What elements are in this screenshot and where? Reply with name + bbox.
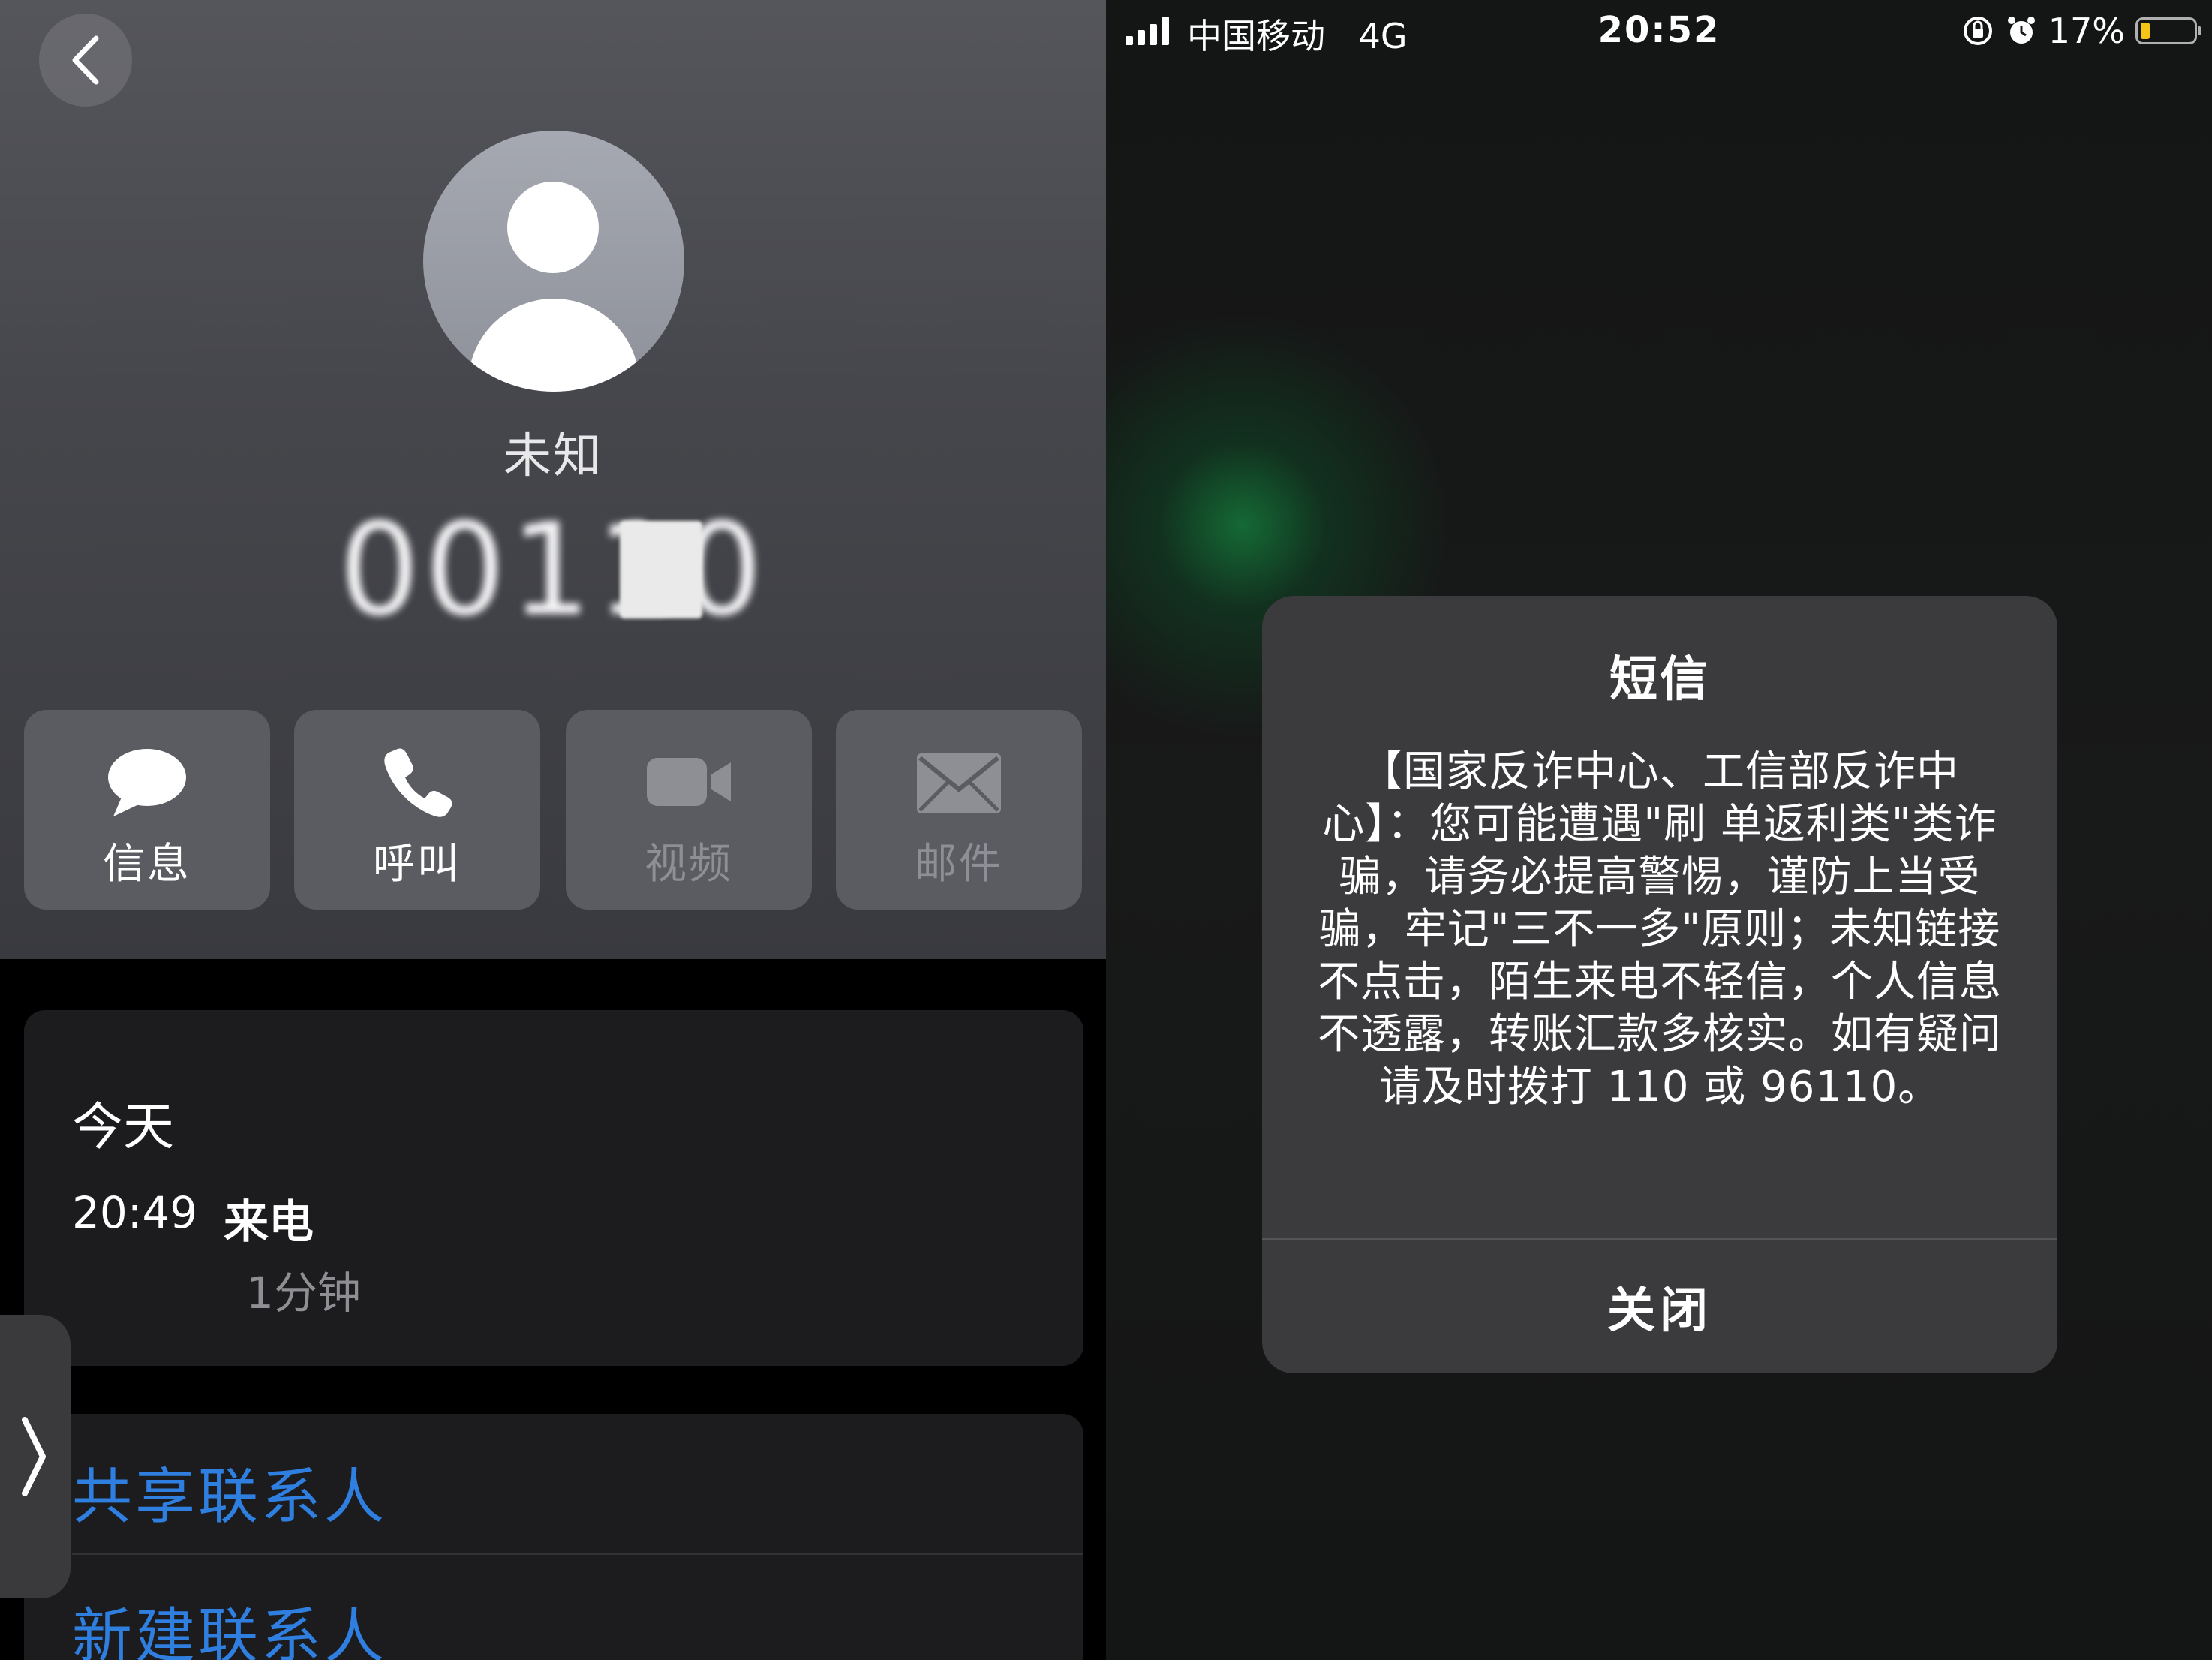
avatar — [423, 131, 684, 392]
battery-percent: 17% — [2048, 11, 2125, 51]
rotation-lock-icon — [1963, 17, 1992, 45]
contact-header: 未知 00110 信息 呼叫 视频 邮件 — [0, 0, 1106, 959]
alert-message: 【国家反诈中心、工信部反诈中心】：您可能遭遇"刷 单返利类"类诈骗，请务必提高警… — [1318, 747, 2002, 1111]
new-contact-link[interactable]: 新建联系人 — [72, 1588, 387, 1660]
battery-icon — [2135, 17, 2201, 44]
mail-envelope-icon — [917, 753, 1001, 813]
number-redaction-mask — [620, 521, 702, 618]
video-button-label: 视频 — [645, 840, 733, 889]
alert-title: 短信 — [1609, 652, 1710, 708]
call-type: 来电 — [224, 1196, 314, 1249]
chevron-right-icon — [22, 1417, 46, 1496]
phone-icon — [384, 748, 452, 817]
battery-level-fill — [2141, 23, 2150, 39]
message-button-label: 信息 — [103, 840, 191, 889]
call-time: 20:49 — [72, 1187, 198, 1238]
call-duration: 1分钟 — [246, 1268, 361, 1319]
sms-alert-dialog: 短信 【国家反诈中心、工信部反诈中心】：您可能遭遇"刷 单返利类"类诈骗，请务必… — [1262, 596, 2057, 1373]
close-button[interactable]: 关闭 — [1262, 1240, 2057, 1373]
mail-button[interactable]: 邮件 — [836, 710, 1082, 910]
chevron-left-icon — [72, 35, 99, 85]
sms-alert-screen: 中国移动 4G 20:52 17% 短信 【国家反诈中心、工信部反诈中心】：您可… — [1106, 0, 2212, 1660]
message-bubble-icon — [108, 749, 186, 816]
call-button[interactable]: 呼叫 — [294, 710, 540, 910]
avatar-body-shape — [468, 299, 639, 392]
side-drawer-handle[interactable] — [0, 1315, 71, 1598]
recent-calls-card: 今天 20:49 来电 1分钟 — [24, 1010, 1083, 1366]
recent-day-label: 今天 — [72, 1098, 175, 1157]
list-divider — [72, 1553, 1083, 1555]
status-indicators: 17% — [1961, 11, 2201, 51]
call-button-label: 呼叫 — [373, 840, 461, 889]
screenshot-composite: 未知 00110 信息 呼叫 视频 邮件 今天 20:49 来电 1分钟 共享联… — [0, 0, 2212, 1660]
contact-name: 未知 — [503, 429, 603, 484]
video-camera-icon — [647, 758, 731, 806]
share-contact-link[interactable]: 共享联系人 — [72, 1448, 387, 1535]
mail-button-label: 邮件 — [915, 840, 1003, 889]
alarm-clock-icon — [2007, 17, 2035, 44]
back-button[interactable] — [39, 14, 132, 107]
message-button[interactable]: 信息 — [24, 710, 270, 910]
avatar-head-shape — [507, 182, 599, 273]
status-bar: 中国移动 4G 20:52 17% — [1106, 0, 2212, 65]
contact-actions-card: 共享联系人 新建联系人 — [24, 1414, 1083, 1660]
contact-detail-screen: 未知 00110 信息 呼叫 视频 邮件 今天 20:49 来电 1分钟 共享联… — [0, 0, 1106, 1660]
contact-number: 00110 — [338, 496, 768, 645]
video-button[interactable]: 视频 — [566, 710, 812, 910]
